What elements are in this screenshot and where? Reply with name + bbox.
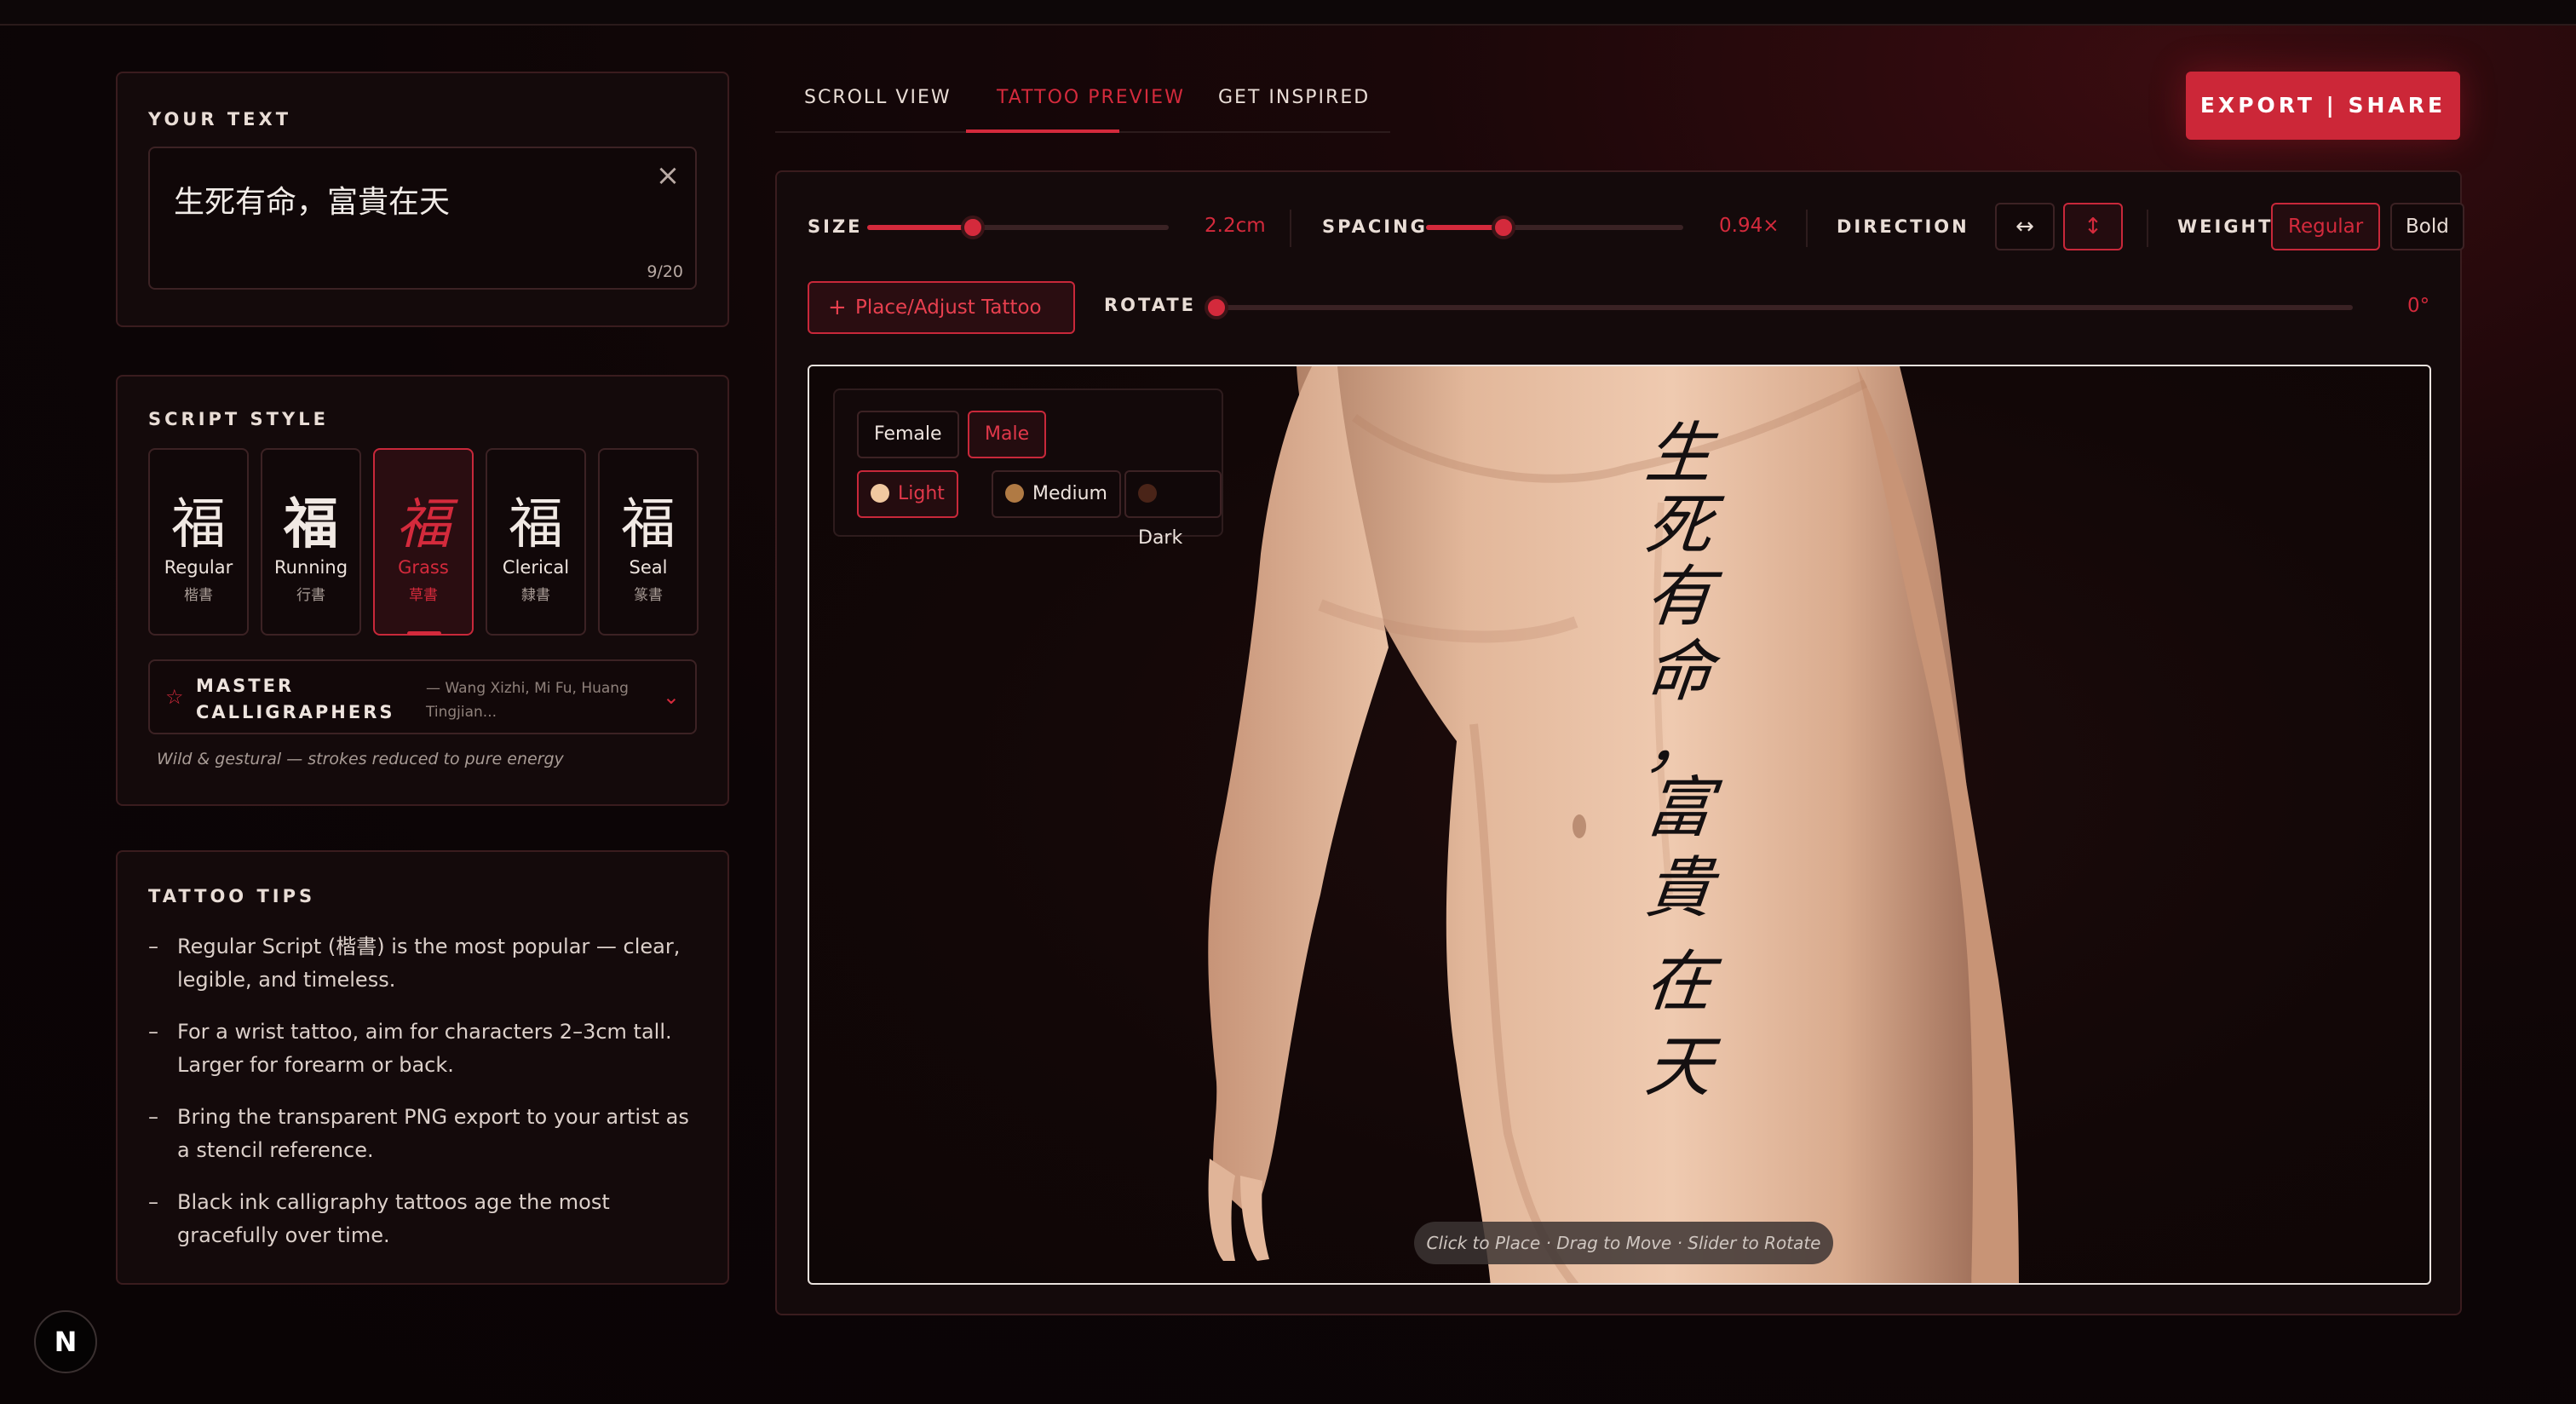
rotate-slider-thumb[interactable] <box>1205 296 1228 319</box>
style-zh: 隸書 <box>521 587 550 604</box>
skin-swatch-light <box>871 484 889 503</box>
style-card-running[interactable]: 福 Running 行書 <box>261 448 361 636</box>
weight-label: WEIGHT <box>2177 216 2274 237</box>
body-viewport[interactable]: Female Male Light Medium Dark 生 死 有 命 ， … <box>808 365 2431 1285</box>
text-input[interactable]: 生死有命，富貴在天 × 9/20 <box>148 147 697 290</box>
rotate-label: ROTATE <box>1104 295 1197 315</box>
tab-scroll-view[interactable]: SCROLL VIEW <box>804 87 952 108</box>
size-label: SIZE <box>808 216 863 237</box>
controls-row: SIZE 2.2cm SPACING 0.94× DIRECTION ↔ ↕ W… <box>808 203 2464 252</box>
style-glyph: 福 <box>171 493 226 556</box>
text-input-value: 生死有命，富貴在天 <box>174 185 451 220</box>
skin-light-label: Light <box>898 483 945 504</box>
script-style-label: SCRIPT STYLE <box>148 409 329 429</box>
masters-label: MASTER CALLIGRAPHERS <box>196 676 395 722</box>
rotate-value: 0° <box>2407 295 2430 317</box>
divider <box>2147 210 2148 247</box>
style-name: Clerical <box>502 557 570 578</box>
tip-item: Bring the transparent PNG export to your… <box>148 1101 702 1167</box>
crosshair-icon: + <box>828 295 847 320</box>
size-slider-fill <box>867 225 973 230</box>
interaction-hint: Click to Place · Drag to Move · Slider t… <box>1414 1222 1833 1264</box>
style-glyph: 福 <box>621 493 676 556</box>
tab-get-inspired[interactable]: GET INSPIRED <box>1218 87 1370 108</box>
arrows-vertical-icon[interactable]: ↕ <box>2063 203 2123 250</box>
skin-swatch-dark <box>1138 484 1157 503</box>
your-text-label: YOUR TEXT <box>148 109 292 129</box>
chevron-down-icon: ⌄ <box>662 685 680 709</box>
weight-regular-button[interactable]: Regular <box>2271 203 2381 250</box>
tattoo-char: 貴 <box>1642 850 1716 927</box>
model-options-card: Female Male Light Medium Dark <box>833 388 1223 549</box>
size-slider-thumb[interactable] <box>960 216 985 239</box>
tattoo-char: 天 <box>1642 1029 1716 1106</box>
tattoo-tips-label: TATTOO TIPS <box>148 886 316 906</box>
style-name: Regular <box>164 557 233 578</box>
skin-dark-button[interactable]: Dark <box>1124 470 1222 549</box>
divider <box>1806 210 1808 247</box>
arrows-horizontal-icon[interactable]: ↔ <box>1995 203 2055 250</box>
size-value: 2.2cm <box>1205 215 1266 237</box>
style-card-grass[interactable]: 福 Grass 草書 <box>373 448 474 636</box>
tip-item: Black ink calligraphy tattoos age the mo… <box>148 1186 702 1252</box>
divider <box>1290 210 1291 247</box>
script-style-panel: SCRIPT STYLE 福 Regular 楷書 福 Running 行書 福… <box>116 375 729 806</box>
place-adjust-tattoo-button[interactable]: + Place/Adjust Tattoo <box>808 281 1075 334</box>
rotate-slider[interactable] <box>1205 296 2353 319</box>
tattoo-overlay[interactable]: 生 死 有 命 ， 富 貴 在 天 <box>1629 400 1731 1167</box>
tip-item: Regular Script (楷書) is the most popular … <box>148 930 702 997</box>
active-tab-indicator <box>966 129 1119 133</box>
style-name: Grass <box>398 557 449 578</box>
master-calligraphers-dropdown[interactable]: ☆ MASTER CALLIGRAPHERS — Wang Xizhi, Mi … <box>148 659 697 734</box>
direction-label: DIRECTION <box>1837 216 1969 237</box>
skin-light-button[interactable]: Light <box>857 470 958 518</box>
style-options: 福 Regular 楷書 福 Running 行書 福 Grass 草書 福 C… <box>148 448 699 636</box>
style-card-clerical[interactable]: 福 Clerical 隸書 <box>486 448 586 636</box>
size-slider[interactable] <box>867 216 1169 239</box>
export-share-button[interactable]: EXPORT | SHARE <box>2186 72 2460 140</box>
style-zh: 楷書 <box>184 587 213 604</box>
view-tabs: SCROLL VIEW TATTOO PREVIEW GET INSPIRED <box>775 72 1390 133</box>
skin-dark-label: Dark <box>1138 527 1183 549</box>
n-logo-badge[interactable]: N <box>34 1310 97 1373</box>
tab-tattoo-preview[interactable]: TATTOO PREVIEW <box>997 87 1185 108</box>
gender-female-button[interactable]: Female <box>857 411 959 458</box>
style-name: Seal <box>629 557 668 578</box>
style-card-regular[interactable]: 福 Regular 楷書 <box>148 448 249 636</box>
style-glyph: 福 <box>509 493 563 556</box>
style-card-seal[interactable]: 福 Seal 篆書 <box>598 448 699 636</box>
your-text-panel: YOUR TEXT 生死有命，富貴在天 × 9/20 <box>116 72 729 327</box>
style-glyph: 福 <box>284 492 338 556</box>
script-description: Wild & gestural — strokes reduced to pur… <box>157 750 564 768</box>
close-icon[interactable]: × <box>653 160 683 191</box>
spacing-value: 0.94× <box>1719 215 1780 237</box>
tattoo-char: 在 <box>1642 944 1716 1021</box>
tip-item: For a wrist tattoo, aim for characters 2… <box>148 1016 702 1082</box>
spacing-slider-thumb[interactable] <box>1491 216 1515 239</box>
preview-panel: SIZE 2.2cm SPACING 0.94× DIRECTION ↔ ↕ W… <box>775 170 2464 1315</box>
spacing-slider[interactable] <box>1426 216 1683 239</box>
style-zh: 草書 <box>409 587 438 604</box>
top-bar <box>0 0 2576 26</box>
style-zh: 行書 <box>296 587 325 604</box>
masters-names: — Wang Xizhi, Mi Fu, Huang Tingjian... <box>426 680 629 721</box>
skin-swatch-medium <box>1005 484 1024 503</box>
tips-list: Regular Script (楷書) is the most popular … <box>148 930 702 1271</box>
tattoo-tips-panel: TATTOO TIPS Regular Script (楷書) is the m… <box>116 850 729 1285</box>
skin-medium-label: Medium <box>1032 483 1107 504</box>
weight-bold-button[interactable]: Bold <box>2390 203 2464 250</box>
style-glyph: 福 <box>396 493 451 556</box>
style-name: Running <box>273 557 348 578</box>
active-indicator <box>407 631 441 636</box>
skin-medium-button[interactable]: Medium <box>992 470 1121 518</box>
char-count: 9/20 <box>647 262 683 281</box>
star-icon: ☆ <box>165 685 184 709</box>
spacing-label: SPACING <box>1322 216 1428 237</box>
style-zh: 篆書 <box>634 587 663 604</box>
gender-male-button[interactable]: Male <box>968 411 1047 458</box>
place-adjust-label: Place/Adjust Tattoo <box>855 296 1042 319</box>
